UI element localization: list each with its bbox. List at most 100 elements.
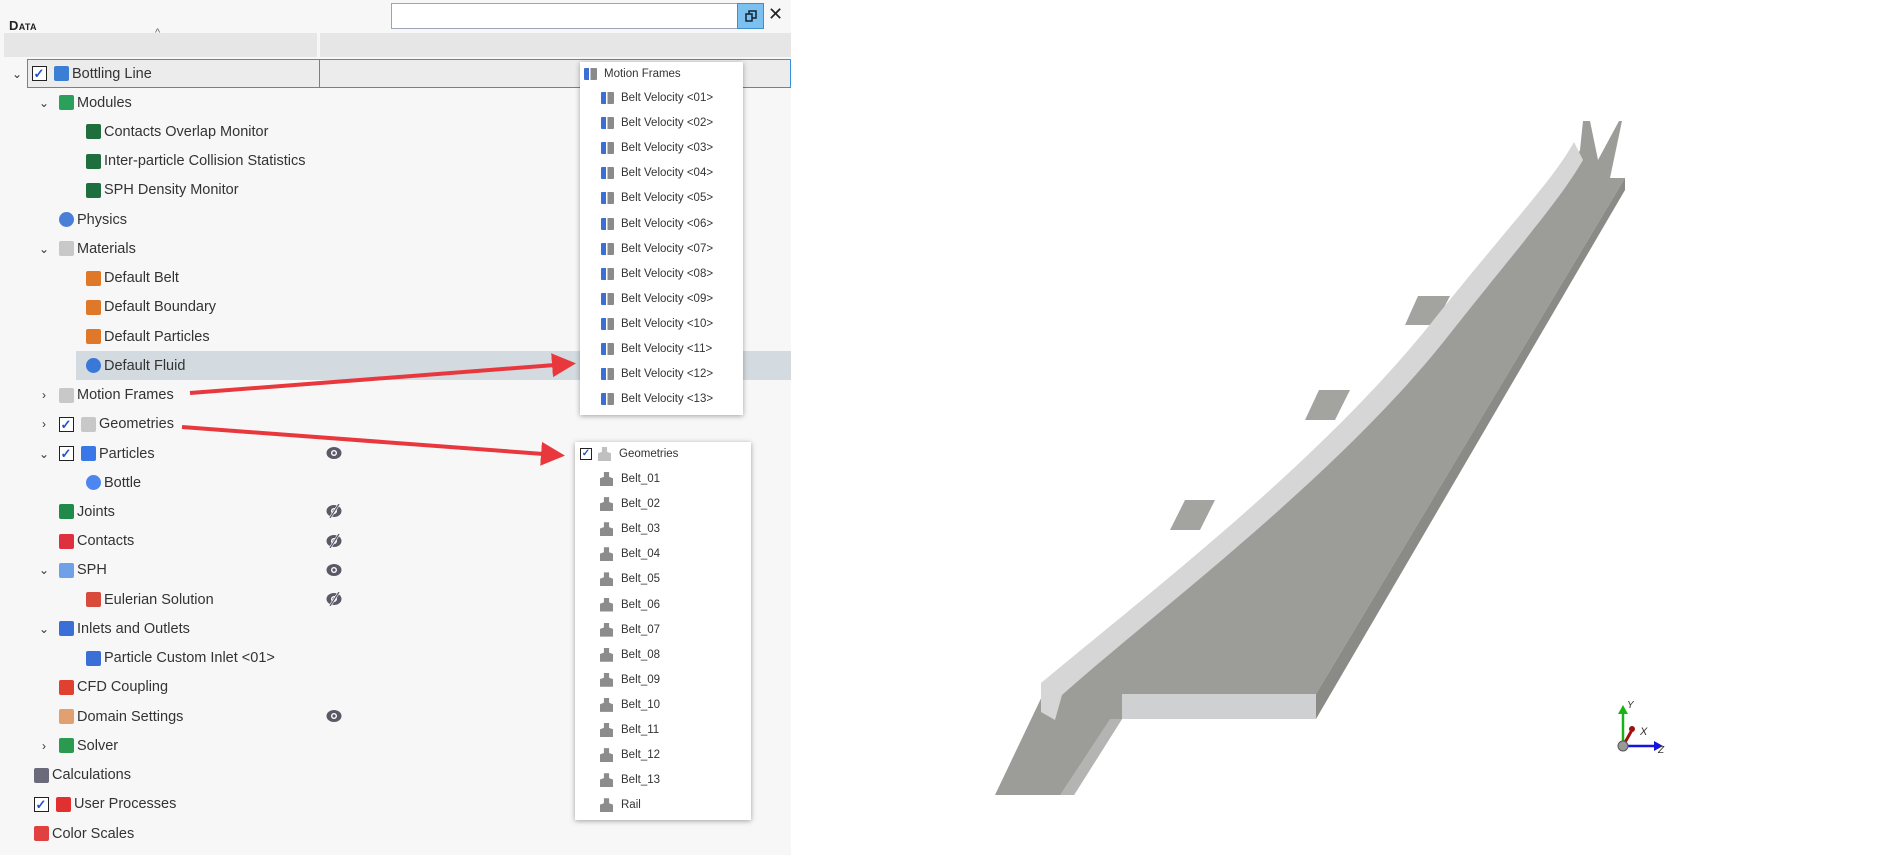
visibility-checkbox[interactable]: ✓ — [55, 414, 77, 434]
tree-item-label: Inlets and Outlets — [77, 620, 190, 637]
geometry-item[interactable]: Belt_07 — [600, 619, 660, 641]
joints-icon — [55, 502, 77, 522]
eye-icon[interactable] — [326, 709, 342, 723]
motion-frame-item[interactable]: Belt Velocity <12> — [601, 363, 713, 385]
module-icon — [82, 122, 104, 142]
geometry-item[interactable]: Rail — [600, 794, 641, 816]
motion-frame-item[interactable]: Belt Velocity <09> — [601, 288, 713, 310]
motion-frame-item[interactable]: Belt Velocity <10> — [601, 313, 713, 335]
chevron-right-icon[interactable]: › — [33, 385, 55, 405]
geometry-item[interactable]: Belt_01 — [600, 468, 660, 490]
motion-frame-icon — [601, 317, 614, 330]
material-icon — [82, 327, 104, 347]
motion-frame-item[interactable]: Belt Velocity <04> — [601, 162, 713, 184]
motion-frame-icon — [601, 242, 614, 255]
geometry-item[interactable]: Belt_11 — [600, 719, 659, 741]
geometry-icon — [600, 597, 613, 612]
tree-item-label: Materials — [77, 240, 136, 257]
geometry-label: Belt_05 — [621, 573, 661, 586]
motion-frame-item[interactable]: Belt Velocity <08> — [601, 263, 713, 285]
column-header-visibility[interactable] — [320, 33, 791, 57]
material-icon — [82, 297, 104, 317]
tree-item-label: Bottle — [104, 474, 142, 491]
tree-item-label: Inter-particle Collision Statistics — [104, 153, 306, 170]
geometry-item[interactable]: Belt_06 — [600, 594, 660, 616]
motion-frame-item[interactable]: Belt Velocity <03> — [601, 137, 713, 159]
motion-frame-label: Belt Velocity <11> — [621, 343, 713, 355]
eye-hidden-icon[interactable] — [326, 533, 342, 549]
3d-viewport[interactable] — [791, 0, 1892, 855]
geometry-icon — [600, 497, 613, 512]
chevron-right-icon[interactable]: › — [33, 736, 55, 756]
geometry-label: Belt_06 — [621, 598, 661, 611]
popup-header-motion-frames: Motion Frames — [584, 63, 681, 85]
tree-item-label: CFD Coupling — [77, 679, 169, 696]
tree-item-label: Solver — [77, 737, 119, 754]
eulerian-icon — [82, 590, 104, 610]
geometry-item[interactable]: Belt_02 — [600, 493, 660, 515]
chevron-down-icon[interactable]: ⌄ — [33, 239, 55, 259]
tree-item-color-scales[interactable]: Color Scales — [0, 819, 791, 848]
restore-window-icon — [744, 10, 757, 22]
motion-frame-label: Belt Velocity <04> — [621, 167, 714, 180]
geometry-item[interactable]: Belt_05 — [600, 568, 660, 590]
tree-item-label: Default Boundary — [104, 299, 217, 316]
particle-dot-icon — [82, 473, 104, 493]
tree-item-label: Contacts — [77, 533, 135, 550]
visibility-checkbox[interactable]: ✓ — [28, 64, 50, 84]
geometry-icon — [600, 773, 613, 788]
geometry-item[interactable]: Belt_13 — [600, 769, 660, 791]
geometry-icon — [600, 472, 613, 486]
motion-frame-icon — [601, 92, 614, 104]
motion-frame-item[interactable]: Belt Velocity <06> — [601, 213, 713, 235]
sph-waves-icon — [55, 560, 77, 580]
chevron-down-icon[interactable]: ⌄ — [6, 64, 28, 84]
geometry-icon — [600, 748, 613, 763]
geometries-checkbox[interactable]: ✓ — [580, 448, 592, 460]
geometry-item[interactable]: Belt_08 — [600, 644, 660, 666]
user-process-wave-icon — [52, 794, 74, 814]
motion-frame-label: Belt Velocity <06> — [621, 217, 714, 230]
motion-frame-label: Belt Velocity <08> — [621, 267, 714, 280]
tree-item-label: Bottling Line — [72, 65, 152, 82]
geometry-label: Belt_07 — [621, 623, 661, 636]
float-panel-button[interactable] — [737, 3, 764, 29]
geometry-item[interactable]: Belt_10 — [600, 694, 660, 716]
geometry-item[interactable]: Belt_12 — [600, 744, 660, 766]
tree-item-label: Modules — [77, 94, 132, 111]
chevron-down-icon[interactable]: ⌄ — [33, 560, 55, 580]
motion-frame-label: Belt Velocity <01> — [621, 92, 714, 104]
motion-frame-label: Belt Velocity <02> — [621, 117, 714, 130]
geometry-item[interactable]: Belt_03 — [600, 518, 660, 540]
column-header-name[interactable] — [4, 33, 317, 57]
geometries-popup: ✓ Geometries Belt_01 Belt_02 Belt_03 Belt_04 B… — [575, 442, 751, 820]
geometries-folder-icon — [77, 414, 99, 434]
geometry-icon — [600, 622, 613, 637]
chevron-down-icon[interactable]: ⌄ — [33, 93, 55, 113]
eye-hidden-icon[interactable] — [326, 591, 342, 607]
motion-frame-item[interactable]: Belt Velocity <02> — [601, 112, 713, 134]
geometry-label: Belt_10 — [621, 698, 661, 711]
eye-icon[interactable] — [326, 446, 342, 460]
visibility-checkbox[interactable]: ✓ — [30, 794, 52, 814]
motion-frame-item[interactable]: Belt Velocity <07> — [601, 238, 713, 260]
motion-frame-item[interactable]: Belt Velocity <13> — [601, 388, 713, 410]
chevron-down-icon[interactable]: ⌄ — [33, 444, 55, 464]
search-input[interactable] — [391, 3, 738, 29]
motion-frame-label: Belt Velocity <13> — [621, 393, 714, 406]
motion-frame-item[interactable]: Belt Velocity <05> — [601, 187, 713, 209]
geometry-item[interactable]: Belt_09 — [600, 669, 660, 691]
close-panel-button[interactable]: ✕ — [768, 4, 783, 25]
chevron-right-icon[interactable]: › — [33, 414, 55, 434]
motion-frame-item[interactable]: Belt Velocity <11> — [601, 338, 712, 360]
eye-hidden-icon[interactable] — [326, 503, 342, 520]
chevron-down-icon[interactable]: ⌄ — [33, 619, 55, 639]
visibility-checkbox[interactable]: ✓ — [55, 444, 77, 464]
eye-icon[interactable] — [326, 563, 342, 577]
motion-frame-item[interactable]: Belt Velocity <01> — [601, 87, 713, 109]
geometry-item[interactable]: Belt_04 — [600, 543, 660, 565]
